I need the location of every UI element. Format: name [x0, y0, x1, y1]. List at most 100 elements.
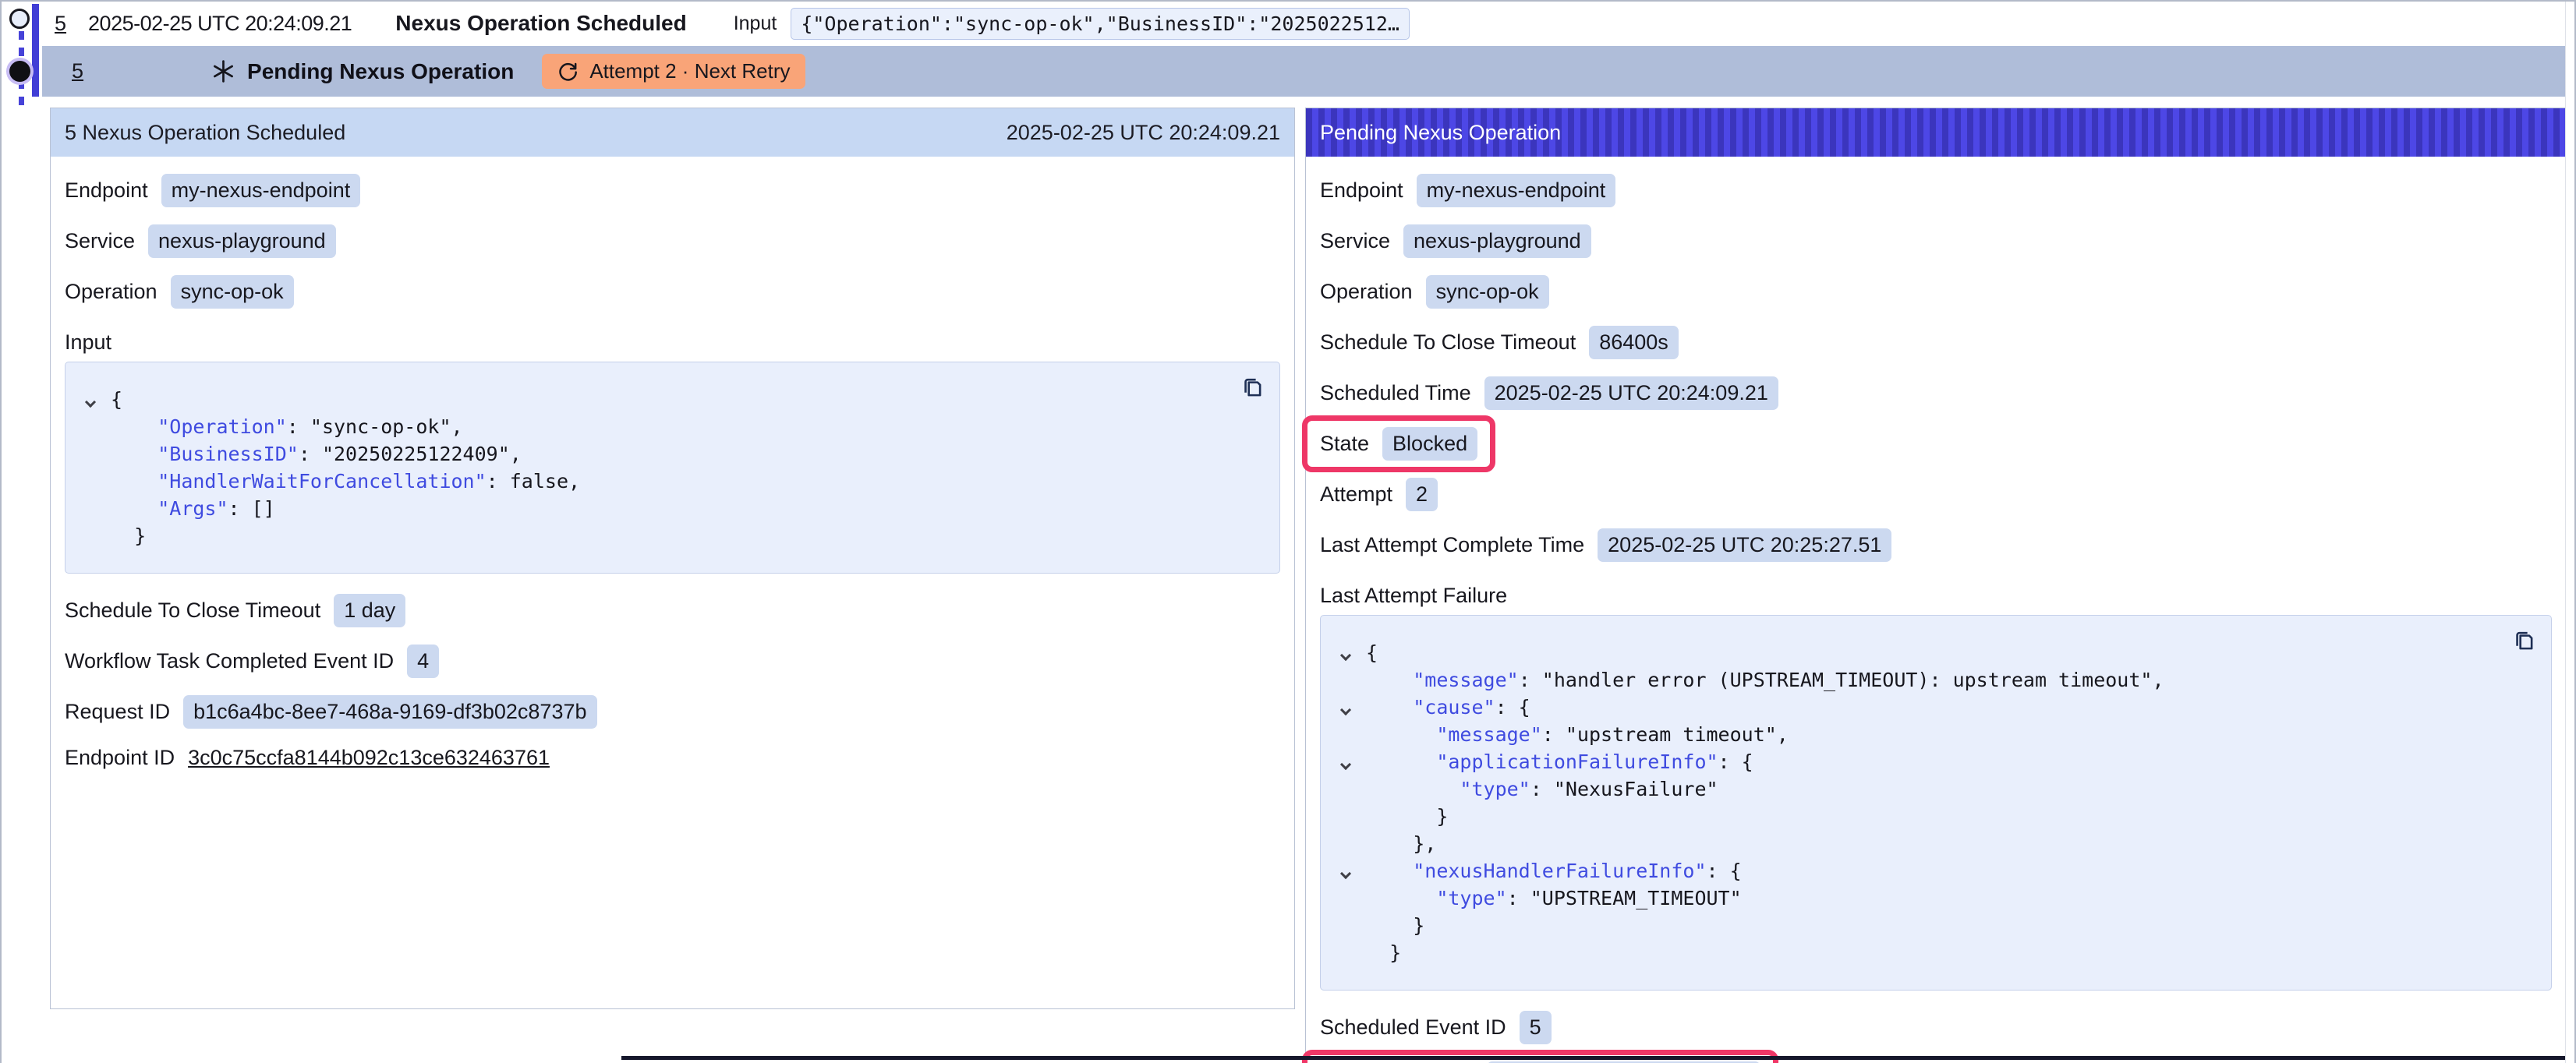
- annotated-field-row: State Blocked: [1302, 415, 1495, 472]
- input-preview-chip: {"Operation":"sync-op-ok","BusinessID":"…: [791, 8, 1410, 40]
- scheduled-event-detail-panel: 5 Nexus Operation Scheduled 2025-02-25 U…: [50, 108, 1295, 1009]
- json-key: "nexusHandlerFailureInfo": [1413, 860, 1706, 882]
- field-line-workflow-task-completed-event-id: Workflow Task Completed Event ID4: [65, 645, 1280, 680]
- code-gutter: [1336, 830, 1366, 857]
- field-line-scheduled-time: Scheduled Time 2025-02-25 UTC 20:24:09.21: [1320, 376, 2552, 411]
- field-value-chip: b1c6a4bc-8ee7-468a-9169-df3b02c8737b: [183, 695, 596, 729]
- field-value-chip: 2: [1406, 478, 1438, 511]
- copy-button[interactable]: [1240, 375, 1265, 401]
- field-label: Service: [65, 229, 135, 253]
- field-row: Last Attempt Complete Time2025-02-25 UTC…: [1320, 528, 1891, 562]
- field-label: Operation: [65, 280, 157, 304]
- input-label: Input: [734, 12, 777, 35]
- field-label: Scheduled Time: [1320, 381, 1471, 405]
- input-section-label: Input: [65, 326, 1280, 358]
- scrollbar-track[interactable]: [2565, 2, 2574, 1063]
- code-line: {: [81, 386, 1259, 413]
- field-value-link[interactable]: 3c0c75ccfa8144b092c13ce632463761: [188, 746, 550, 770]
- field-label: State: [1320, 432, 1369, 456]
- json-key: "BusinessID": [157, 443, 299, 465]
- temporal-event-history-view: 5 2025-02-25 UTC 20:24:09.21 Nexus Opera…: [0, 0, 2576, 1063]
- json-key: "type": [1436, 887, 1506, 909]
- retry-icon: [557, 61, 578, 82]
- event-id-link[interactable]: 5: [72, 59, 83, 83]
- field-label: Attempt: [1320, 482, 1392, 507]
- field-value-chip: my-nexus-endpoint: [161, 174, 361, 207]
- field-line-last-attempt-complete-time: Last Attempt Complete Time2025-02-25 UTC…: [1320, 528, 2552, 563]
- retry-badge[interactable]: Attempt 2 · Next Retry: [542, 54, 805, 89]
- timeline-node-selected-icon[interactable]: [9, 61, 30, 82]
- retry-badge-label: Attempt 2 · Next Retry: [589, 59, 790, 83]
- field-row: Service nexus-playground: [1320, 224, 1591, 258]
- field-row: Schedule To Close Timeout86400s: [1320, 326, 1679, 359]
- field-row: Request IDb1c6a4bc-8ee7-468a-9169-df3b02…: [65, 695, 597, 729]
- field-value-chip: nexus-playground: [1403, 224, 1591, 258]
- field-line-service: Servicenexus-playground: [65, 224, 1280, 260]
- collapse-chevron-icon[interactable]: [1340, 705, 1351, 715]
- code-gutter: [1336, 666, 1366, 694]
- field-value-chip: 2025-02-25 UTC 20:24:09.21: [1484, 376, 1778, 410]
- json-key: "message": [1413, 669, 1518, 691]
- code-gutter: [1336, 694, 1366, 721]
- event-row-scheduled[interactable]: 5 2025-02-25 UTC 20:24:09.21 Nexus Opera…: [48, 2, 2573, 45]
- code-gutter: [81, 413, 111, 440]
- failure-json-block: { "message": "handler error (UPSTREAM_TI…: [1320, 615, 2552, 991]
- field-value-chip: sync-op-ok: [1426, 275, 1549, 309]
- field-value-chip: my-nexus-endpoint: [1417, 174, 1616, 207]
- json-key: "HandlerWaitForCancellation": [157, 470, 486, 493]
- field-row: Endpoint my-nexus-endpoint: [1320, 174, 1615, 207]
- field-line-operation: Operationsync-op-ok: [1320, 275, 2552, 310]
- code-line: "type": "UPSTREAM_TIMEOUT": [1336, 885, 2531, 912]
- code-gutter: [81, 440, 111, 468]
- code-line: "message": "handler error (UPSTREAM_TIME…: [1336, 666, 2531, 694]
- code-gutter: [81, 468, 111, 495]
- code-line: "type": "NexusFailure": [1336, 775, 2531, 803]
- field-value-chip: Blocked: [1382, 427, 1477, 461]
- copy-icon: [2511, 628, 2537, 654]
- copy-icon: [1240, 375, 1265, 401]
- code-gutter: [81, 522, 111, 549]
- field-line-state: State Blocked: [1320, 427, 2552, 462]
- timeline-node-open-icon[interactable]: [9, 9, 30, 29]
- json-key: "Args": [157, 497, 228, 520]
- field-label: Last Attempt Complete Time: [1320, 533, 1584, 557]
- left-panel-timestamp: 2025-02-25 UTC 20:24:09.21: [1007, 121, 1280, 145]
- bottom-divider: [621, 1056, 2571, 1060]
- code-gutter: [1336, 857, 1366, 885]
- field-value-chip: 86400s: [1589, 326, 1679, 359]
- field-label: Endpoint: [1320, 178, 1403, 203]
- collapse-chevron-icon[interactable]: [85, 397, 96, 408]
- field-line-scheduled-event-id: Scheduled Event ID 5: [1320, 1011, 2552, 1046]
- field-label: Service: [1320, 229, 1390, 253]
- copy-button[interactable]: [2511, 628, 2537, 654]
- field-line-endpoint-id: Endpoint ID3c0c75ccfa8144b092c13ce632463…: [65, 746, 1280, 781]
- field-line-schedule-to-close-timeout: Schedule To Close Timeout1 day: [65, 594, 1280, 629]
- code-gutter: [1336, 748, 1366, 775]
- code-line: }: [81, 522, 1259, 549]
- collapse-chevron-icon[interactable]: [1340, 868, 1351, 879]
- field-label: Scheduled Event ID: [1320, 1015, 1506, 1040]
- event-row-pending[interactable]: 5 Pending Nexus Operation Attempt 2 · Ne…: [42, 46, 2574, 97]
- field-value-chip: 4: [407, 645, 439, 678]
- field-value-chip: 5: [1520, 1011, 1552, 1044]
- field-line-attempt: Attempt 2: [1320, 478, 2552, 513]
- field-row: Operationsync-op-ok: [1320, 275, 1549, 309]
- code-gutter: [1336, 912, 1366, 939]
- code-line: "cause": {: [1336, 694, 2531, 721]
- code-gutter: [1336, 721, 1366, 748]
- collapse-chevron-icon[interactable]: [1340, 759, 1351, 770]
- code-line: },: [1336, 830, 2531, 857]
- json-key: "cause": [1413, 696, 1495, 719]
- code-line: }: [1336, 912, 2531, 939]
- field-label: Schedule To Close Timeout: [65, 599, 320, 623]
- field-row: Servicenexus-playground: [65, 224, 336, 258]
- code-line: "applicationFailureInfo": {: [1336, 748, 2531, 775]
- field-row: Workflow Task Completed Event ID4: [65, 645, 439, 678]
- event-id-link[interactable]: 5: [55, 12, 66, 36]
- left-panel-title: 5 Nexus Operation Scheduled: [65, 121, 345, 145]
- code-line: }: [1336, 803, 2531, 830]
- field-line-schedule-to-close-timeout: Schedule To Close Timeout86400s: [1320, 326, 2552, 361]
- json-key: "applicationFailureInfo": [1436, 750, 1718, 773]
- collapse-chevron-icon[interactable]: [1340, 650, 1351, 661]
- field-row: Endpointmy-nexus-endpoint: [65, 174, 360, 207]
